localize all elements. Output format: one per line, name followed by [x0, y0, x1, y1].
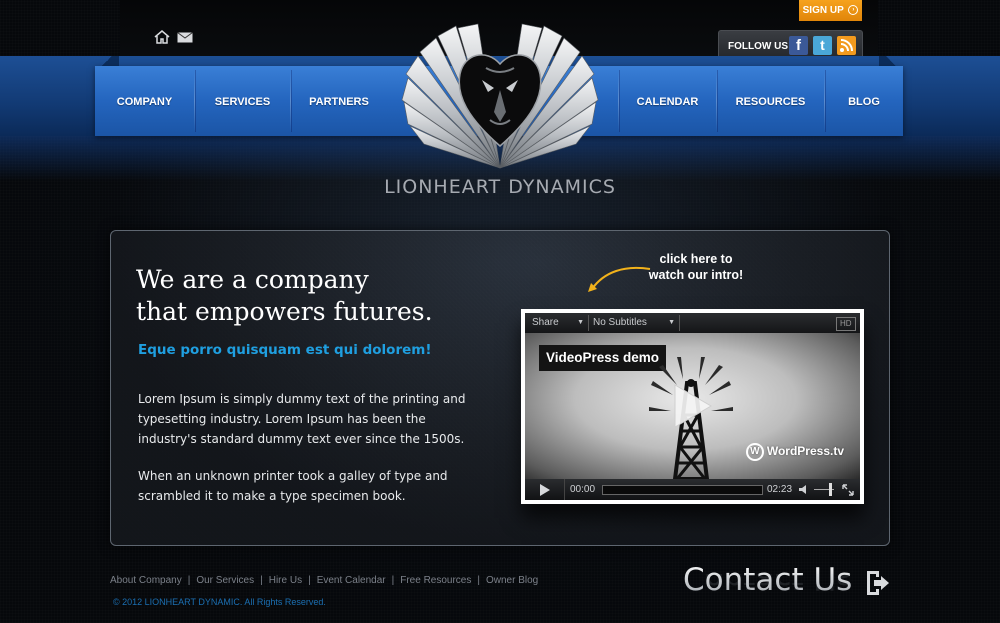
video-controls: 00:00 02:23: [525, 479, 860, 500]
current-time: 00:00: [570, 484, 596, 495]
copyright: © 2012 LIONHEART DYNAMIC. All Rights Res…: [113, 597, 326, 607]
nav-item-resources[interactable]: RESOURCES: [717, 66, 824, 136]
mail-icon[interactable]: [177, 32, 193, 43]
contact-arrow-icon[interactable]: [864, 569, 890, 597]
curved-arrow-icon: [588, 266, 651, 292]
lionheart-logo[interactable]: [398, 18, 602, 178]
nav-item-partners[interactable]: PARTNERS: [291, 66, 387, 136]
contact-us-reflection: Contact Us: [683, 574, 853, 596]
hero-paragraph-1: Lorem Ipsum is simply dummy text of the …: [138, 392, 466, 446]
video-screen[interactable]: VideoPress demo W WordPress.tv: [525, 333, 860, 479]
footer-link-owner-blog[interactable]: Owner Blog: [486, 575, 538, 586]
chevron-down-icon: ▼: [668, 319, 675, 326]
play-icon[interactable]: [673, 383, 713, 429]
footer-link-hire-us[interactable]: Hire Us: [269, 575, 302, 586]
duration: 02:23: [767, 484, 793, 495]
wordpress-logo-icon: W: [745, 443, 764, 461]
volume-handle[interactable]: [829, 483, 832, 496]
video-player[interactable]: Share ▼ No Subtitles ▼ HD VideoPress dem…: [521, 309, 864, 504]
footer-link-event-calendar[interactable]: Event Calendar: [317, 575, 386, 586]
video-callout: click here to watch our intro!: [648, 252, 744, 282]
arrow-circle-icon: ›: [848, 5, 859, 16]
nav-item-company[interactable]: COMPANY: [95, 66, 194, 136]
home-icon[interactable]: [154, 30, 170, 44]
volume-icon[interactable]: [798, 484, 810, 495]
fullscreen-icon[interactable]: [842, 484, 854, 496]
progress-bar[interactable]: [602, 485, 763, 495]
hd-toggle[interactable]: HD: [836, 317, 856, 331]
sign-up-button[interactable]: SIGN UP ›: [799, 0, 862, 21]
rss-icon[interactable]: [837, 36, 856, 55]
hero-headline: We are a company that empowers futures.: [136, 265, 433, 326]
footer-link-our-services[interactable]: Our Services: [196, 575, 254, 586]
nav-item-blog[interactable]: BLOG: [825, 66, 903, 136]
twitter-icon[interactable]: t: [813, 36, 832, 55]
nav-item-services[interactable]: SERVICES: [195, 66, 290, 136]
hero-paragraph-2: When an unknown printer took a galley of…: [138, 469, 448, 503]
follow-us-label: FOLLOW US: [728, 41, 788, 52]
nav-fold-right: [879, 56, 903, 66]
footer-link-free-resources[interactable]: Free Resources: [400, 575, 471, 586]
footer-links: About Company | Our Services | Hire Us | Event…: [110, 575, 539, 586]
chevron-down-icon: ▼: [577, 319, 584, 326]
nav-item-calendar[interactable]: CALENDAR: [619, 66, 716, 136]
hero-subhead: Eque porro quisquam est qui dolorem!: [138, 342, 432, 358]
subtitles-dropdown[interactable]: No Subtitles ▼: [593, 313, 677, 333]
wordpress-tv-watermark: W WordPress.tv: [745, 443, 844, 461]
video-top-bar: Share ▼ No Subtitles ▼ HD: [525, 313, 860, 333]
footer-link-about-company[interactable]: About Company: [110, 575, 182, 586]
facebook-icon[interactable]: f: [789, 36, 808, 55]
nav-fold-left: [95, 56, 119, 66]
share-dropdown[interactable]: Share ▼: [532, 313, 586, 333]
brand-name: LIONHEART DYNAMICS: [384, 176, 616, 198]
play-small-icon[interactable]: [539, 484, 551, 496]
